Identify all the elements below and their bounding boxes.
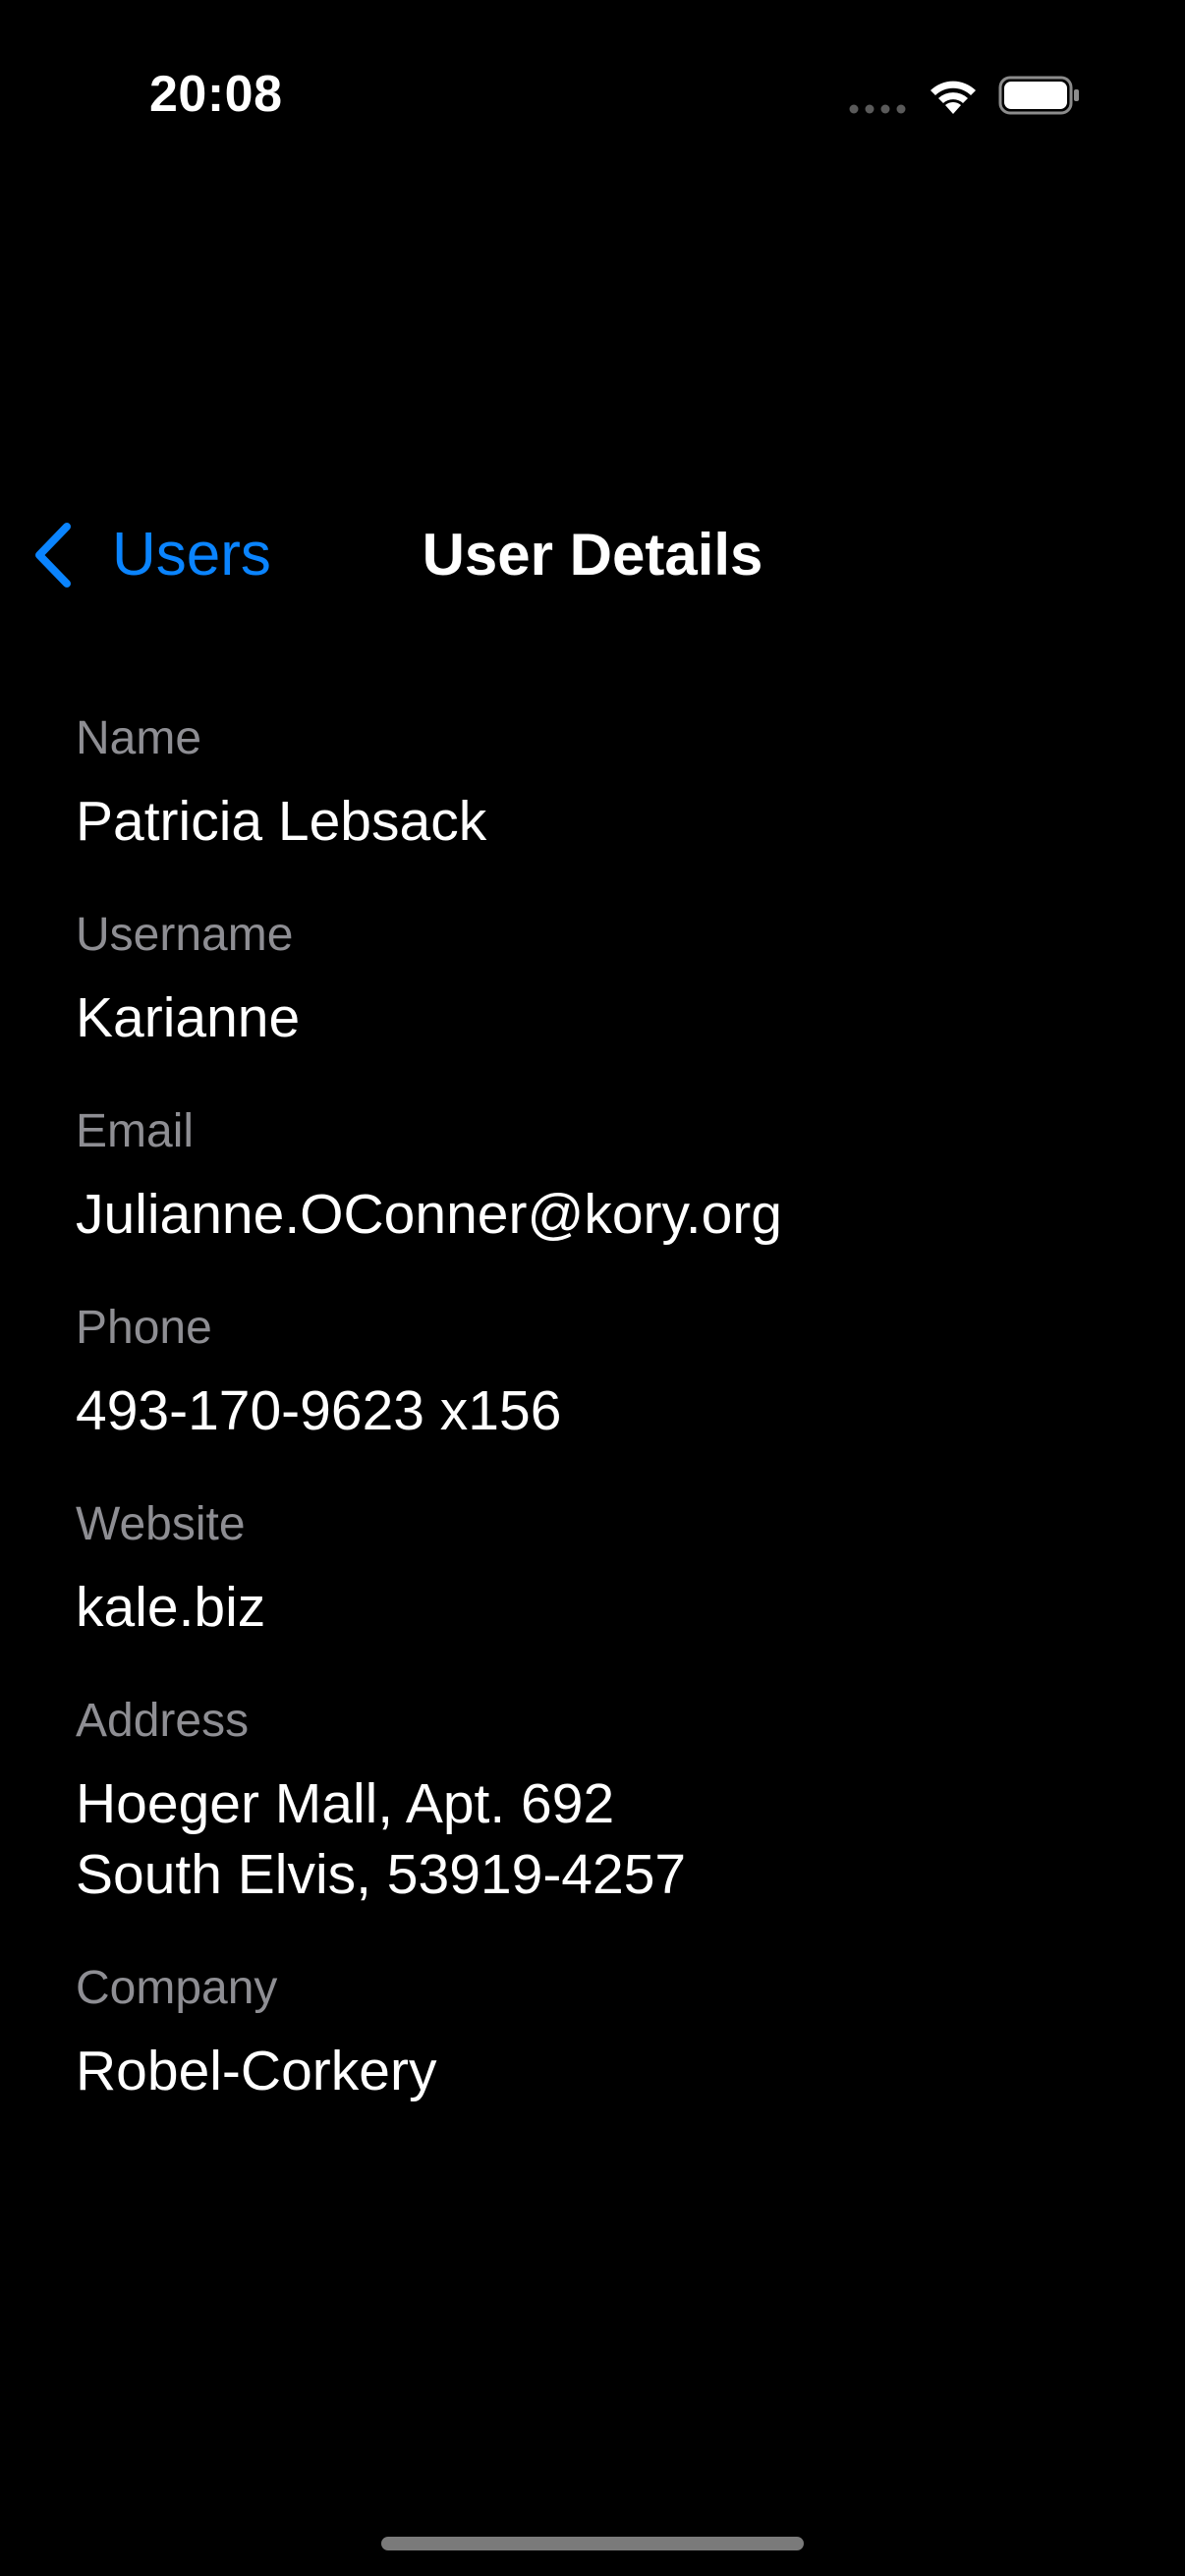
field-website: Website kale.biz (76, 1495, 1117, 1643)
status-bar: 20:08 (0, 0, 1185, 196)
field-username: Username Karianne (76, 906, 1117, 1053)
field-value: Julianne.OConner@kory.org (76, 1183, 782, 1246)
field-company: Company Robel-Corkery (76, 1959, 1117, 2106)
wifi-icon (931, 81, 976, 114)
signal-dots-icon (849, 104, 906, 114)
field-value: kale.biz (76, 1576, 266, 1639)
field-label: Address (76, 1695, 250, 1747)
home-indicator[interactable] (381, 2537, 804, 2550)
field-label: Email (76, 1105, 195, 1157)
field-label: Company (76, 1962, 278, 2014)
status-time: 20:08 (149, 66, 283, 123)
field-value: Robel-Corkery (76, 2040, 437, 2102)
field-email: Email Julianne.OConner@kory.org (76, 1102, 1117, 1250)
field-name: Name Patricia Lebsack (76, 709, 1117, 857)
battery-icon (998, 76, 1079, 115)
user-details-list: Name Patricia Lebsack Username Karianne … (76, 709, 1117, 2156)
field-value: Hoeger Mall, Apt. 692 South Elvis, 53919… (76, 1772, 687, 1906)
page-title: User Details (422, 522, 763, 588)
field-label: Website (76, 1498, 246, 1550)
field-label: Name (76, 712, 202, 764)
field-address: Address Hoeger Mall, Apt. 692 South Elvi… (76, 1692, 1117, 1910)
field-value: Patricia Lebsack (76, 790, 487, 853)
navigation-bar: Users User Details (0, 491, 1185, 619)
field-label: Username (76, 909, 294, 961)
field-value: Karianne (76, 986, 301, 1049)
field-value: 493-170-9623 x156 (76, 1379, 562, 1442)
field-phone: Phone 493-170-9623 x156 (76, 1299, 1117, 1446)
field-label: Phone (76, 1302, 212, 1354)
